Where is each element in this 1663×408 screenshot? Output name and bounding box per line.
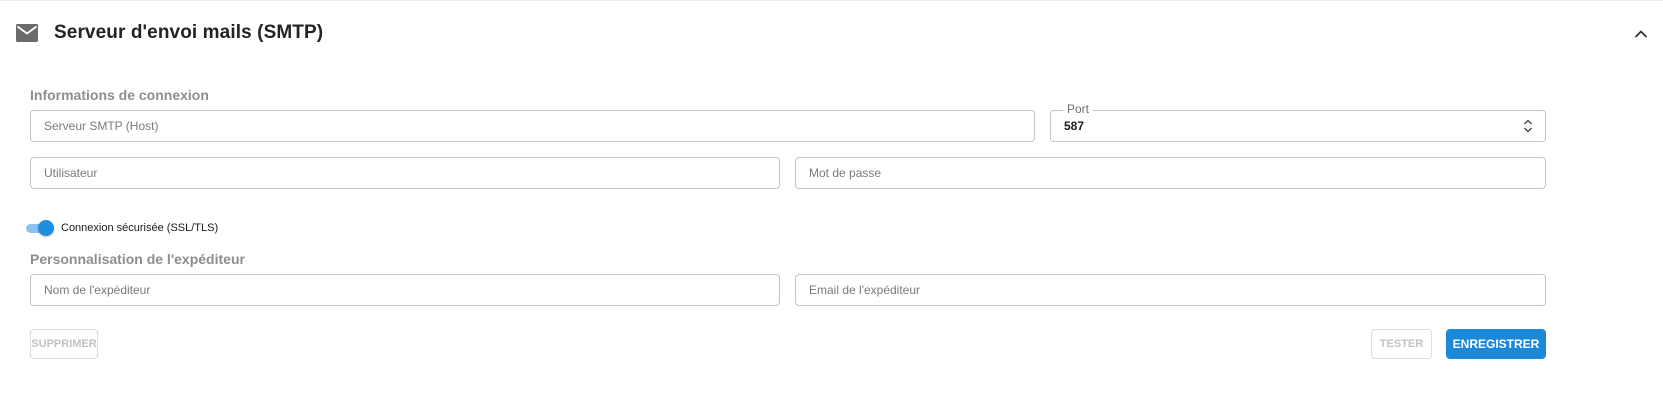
toggle-thumb: [38, 220, 54, 236]
port-field[interactable]: Port: [1050, 102, 1546, 142]
secure-connection-label: Connexion sécurisée (SSL/TLS): [61, 222, 219, 234]
test-button[interactable]: TESTER: [1371, 329, 1432, 359]
connection-section-title: Informations de connexion: [30, 87, 209, 103]
secure-connection-toggle[interactable]: [26, 220, 54, 236]
smtp-host-input[interactable]: [31, 111, 1034, 141]
user-input[interactable]: [31, 158, 779, 188]
panel-header[interactable]: Serveur d'envoi mails (SMTP): [0, 0, 1663, 67]
sender-email-field[interactable]: [795, 274, 1546, 306]
mail-icon: [16, 24, 38, 42]
panel-title: Serveur d'envoi mails (SMTP): [54, 22, 324, 43]
save-button[interactable]: ENREGISTRER: [1446, 329, 1546, 359]
chevron-up-icon[interactable]: [1632, 25, 1650, 43]
password-input[interactable]: [796, 158, 1545, 188]
user-field[interactable]: [30, 157, 780, 189]
delete-button[interactable]: SUPPRIMER: [30, 329, 98, 359]
sender-section-title: Personnalisation de l'expéditeur: [30, 251, 245, 267]
sender-name-field[interactable]: [30, 274, 780, 306]
password-field[interactable]: [795, 157, 1546, 189]
sender-name-input[interactable]: [31, 275, 779, 305]
spinner-icon[interactable]: [1523, 119, 1533, 133]
smtp-host-field[interactable]: [30, 110, 1035, 142]
smtp-settings-panel: Serveur d'envoi mails (SMTP) Information…: [0, 0, 1663, 408]
port-input[interactable]: [1051, 111, 1545, 141]
sender-email-input[interactable]: [796, 275, 1545, 305]
